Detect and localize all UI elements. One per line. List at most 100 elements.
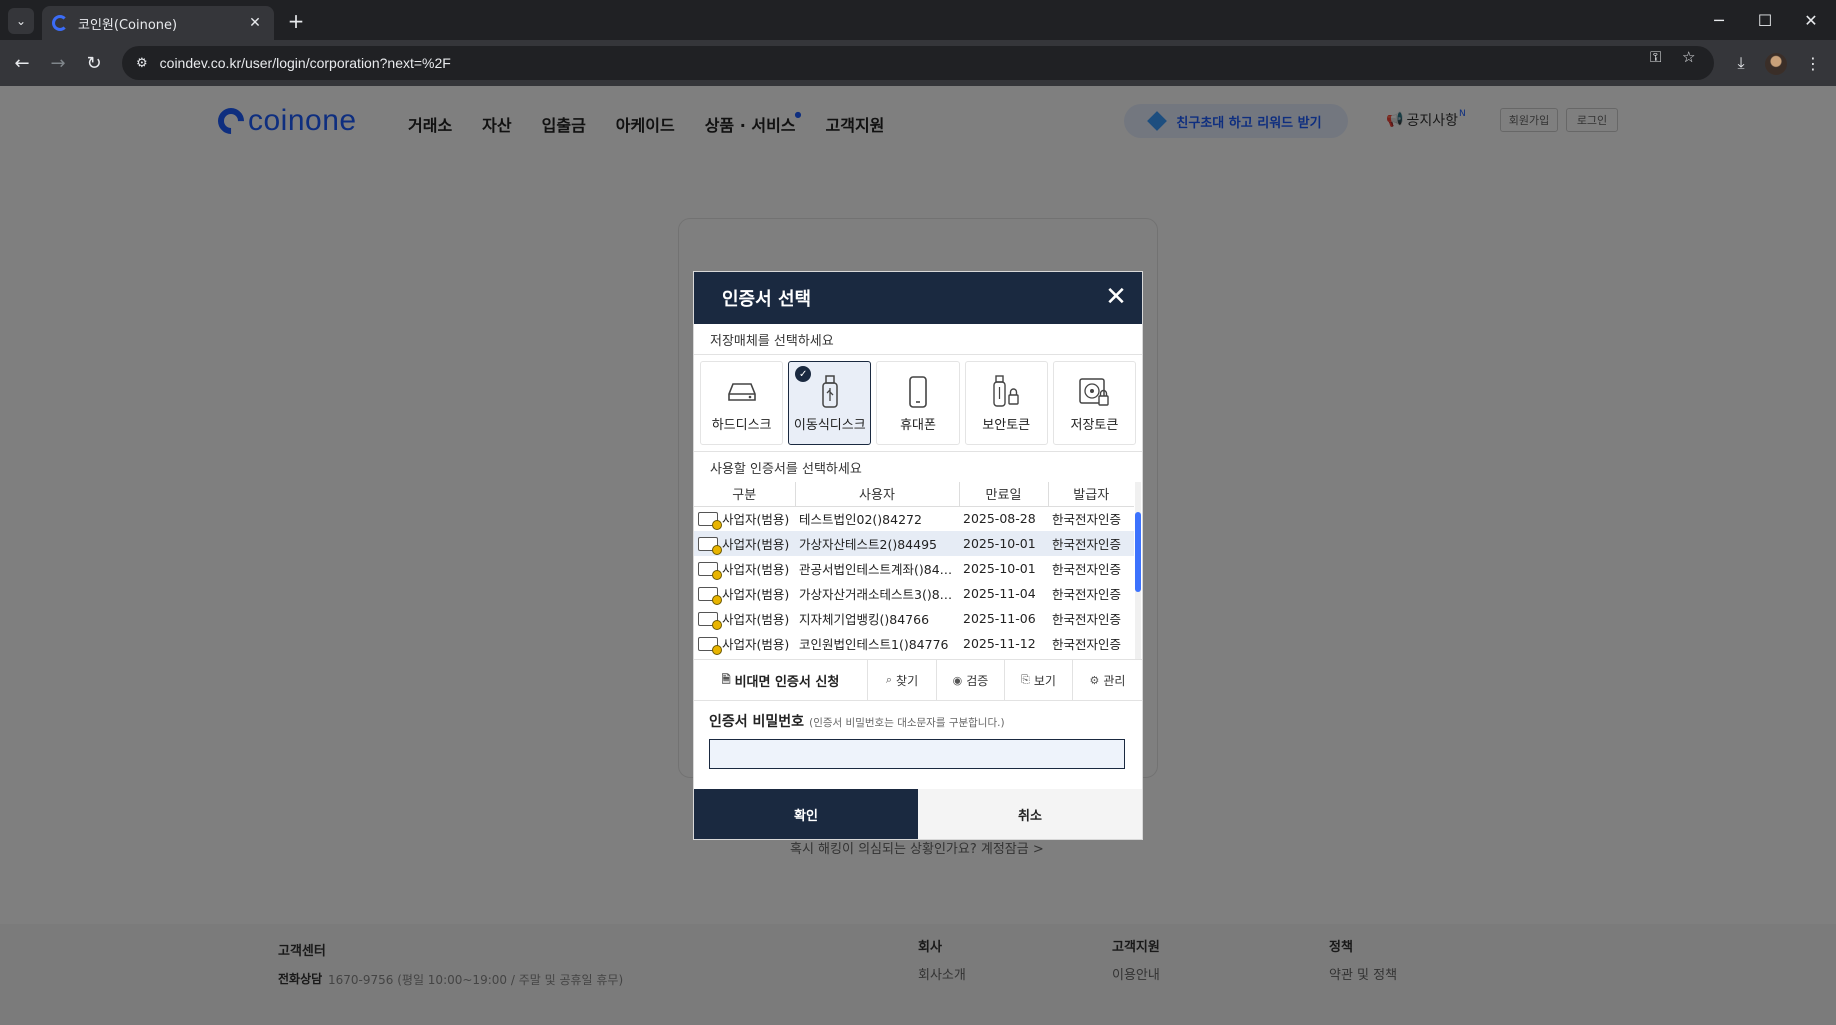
password-key-icon[interactable]: ⚿ (1650, 48, 1661, 66)
view-button[interactable]: ⎘ 보기 (1005, 660, 1073, 700)
view-label: 보기 (1033, 673, 1056, 688)
minimize-button[interactable]: ─ (1696, 6, 1742, 34)
certificate-icon (698, 612, 722, 630)
table-scrollbar[interactable] (1135, 482, 1141, 659)
browser-tab-bar: ⌄ 코인원(Coinone) ✕ + ─ ☐ ✕ (0, 0, 1836, 40)
column-header-issuer[interactable]: 발급자 (1048, 482, 1134, 507)
tab-search-button[interactable]: ⌄ (8, 8, 34, 34)
table-row[interactable]: 사업자(범용) 지자체기업뱅킹()84766 2025-11-06 한국전자인증 (694, 606, 1134, 631)
column-header-expiry[interactable]: 만료일 (959, 482, 1049, 507)
table-row[interactable]: 사업자(범용) 테스트법인02()84272 2025-08-28 한국전자인증 (694, 506, 1134, 531)
certificate-table: 구분 사용자 만료일 발급자 사업자(범용) 테스트법인02()84272 20… (694, 482, 1142, 659)
maximize-button[interactable]: ☐ (1742, 6, 1788, 34)
password-field[interactable] (709, 739, 1125, 769)
cert-type: 사업자(범용) (722, 537, 790, 552)
browser-menu-icon[interactable]: ⋮ (1799, 49, 1827, 77)
cert-type-cell: 사업자(범용) (694, 531, 795, 556)
certificate-actions: 🗎 비대면 인증서 신청 ⌕ 찾기 ◉ 검증 ⎘ 보기 ⚙ 관리 (694, 659, 1142, 701)
checkmark-icon: ✓ (795, 366, 812, 382)
cert-issuer: 한국전자인증 (1052, 587, 1122, 602)
cert-issuer: 한국전자인증 (1052, 562, 1122, 577)
manage-button[interactable]: ⚙ 관리 (1073, 660, 1142, 700)
media-label: 보안토큰 (982, 417, 1031, 433)
browser-tab[interactable]: 코인원(Coinone) ✕ (42, 6, 274, 40)
storage-token-icon (1077, 374, 1111, 410)
address-bar[interactable]: ⚙ coindev.co.kr/user/login/corporation?n… (122, 46, 1714, 80)
media-prompt: 저장매체를 선택하세요 (710, 333, 834, 349)
bookmark-star-icon[interactable]: ☆ (1682, 48, 1695, 66)
document-icon: 🗎 (721, 672, 731, 686)
cert-type-cell: 사업자(범용) (694, 581, 795, 606)
tab-close-button[interactable]: ✕ (246, 15, 264, 31)
usb-drive-icon (813, 374, 847, 410)
cert-issuer: 한국전자인증 (1052, 637, 1122, 652)
password-label: 인증서 비밀번호 (709, 714, 805, 730)
forward-button[interactable]: → (44, 49, 72, 77)
apply-nonface-cert-button[interactable]: 🗎 비대면 인증서 신청 (694, 660, 868, 700)
verify-label: 검증 (966, 673, 989, 688)
certificate-icon (698, 637, 722, 655)
media-removable-disk[interactable]: ✓ 이동식디스크 (788, 361, 872, 445)
back-button[interactable]: ← (8, 49, 36, 77)
cert-user: 지자체기업뱅킹()84766 (799, 612, 930, 627)
cert-user: 가상자산거래소테스트3()8… (799, 587, 953, 602)
media-label: 이동식디스크 (793, 417, 866, 433)
verify-button[interactable]: ◉ 검증 (937, 660, 1005, 700)
media-hard-disk[interactable]: 하드디스크 (700, 361, 784, 445)
cancel-button[interactable]: 취소 (918, 789, 1142, 839)
media-storage-token[interactable]: 저장토큰 (1052, 361, 1137, 445)
table-row[interactable]: 사업자(범용) 코인원법인테스트1()84776 2025-11-12 한국전자… (694, 631, 1134, 656)
table-row[interactable]: 사업자(범용) 관공서법인테스트계좌()84… 2025-10-01 한국전자인… (694, 556, 1134, 581)
media-mobile-phone[interactable]: 휴대폰 (876, 361, 960, 445)
scrollbar-thumb[interactable] (1135, 512, 1141, 592)
dialog-footer: 확인 취소 (694, 789, 1142, 839)
table-row[interactable]: 사업자(범용) 가상자산거래소테스트3()8… 2025-11-04 한국전자인… (694, 581, 1134, 606)
cert-expiry: 2025-08-28 (963, 511, 1036, 527)
cert-type: 사업자(범용) (722, 637, 790, 652)
search-icon: ⌕ (885, 673, 893, 686)
new-tab-button[interactable]: + (283, 8, 309, 34)
cert-user: 코인원법인테스트1()84776 (799, 637, 949, 652)
cert-type: 사업자(범용) (722, 512, 790, 528)
confirm-button[interactable]: 확인 (694, 789, 918, 839)
url-text: coindev.co.kr/user/login/corporation?nex… (159, 55, 451, 71)
find-button[interactable]: ⌕ 찾기 (868, 660, 937, 700)
profile-avatar[interactable] (1765, 53, 1787, 75)
apply-label: 비대면 인증서 신청 (734, 674, 840, 690)
site-info-icon[interactable]: ⚙ (136, 56, 148, 71)
storage-media-list: 하드디스크 ✓ 이동식디스크 휴대폰 보안토큰 저장토큰 (694, 355, 1142, 451)
reload-button[interactable]: ↻ (80, 49, 108, 77)
cert-type-cell: 사업자(범용) (694, 606, 795, 631)
cert-issuer: 한국전자인증 (1052, 512, 1122, 528)
browser-toolbar: ← → ↻ ⚙ coindev.co.kr/user/login/corpora… (0, 40, 1836, 86)
cert-expiry: 2025-11-04 (963, 586, 1036, 601)
password-section: 인증서 비밀번호 (인증서 비밀번호는 대소문자를 구분합니다.) (694, 701, 1142, 791)
media-security-token[interactable]: 보안토큰 (964, 361, 1048, 445)
cert-user: 테스트법인02()84272 (799, 512, 922, 528)
cert-expiry: 2025-10-01 (963, 561, 1036, 576)
gear-icon: ⚙ (1089, 673, 1100, 687)
media-label: 하드디스크 (711, 417, 772, 433)
download-icon[interactable]: ⤓ (1727, 49, 1755, 77)
certificate-dialog: 인증서 선택 ✕ 저장매체를 선택하세요 하드디스크 ✓ 이동식디스크 휴대폰 (693, 271, 1143, 840)
dialog-title: 인증서 선택 (722, 289, 812, 310)
eye-icon: ◉ (952, 673, 963, 687)
cert-type: 사업자(범용) (722, 612, 790, 627)
cert-type: 사업자(범용) (722, 587, 790, 602)
cert-expiry: 2025-10-01 (959, 531, 1048, 556)
window-close-button[interactable]: ✕ (1788, 6, 1834, 34)
cert-type: 사업자(범용) (722, 562, 790, 577)
security-token-icon (989, 374, 1023, 410)
media-label: 휴대폰 (900, 417, 936, 433)
cert-issuer: 한국전자인증 (1048, 531, 1134, 556)
cert-prompt: 사용할 인증서를 선택하세요 (710, 461, 862, 477)
cert-expiry: 2025-11-12 (963, 636, 1036, 651)
table-row-selected[interactable]: 사업자(범용) 가상자산테스트2()84495 2025-10-01 한국전자인… (694, 531, 1134, 556)
dialog-header: 인증서 선택 ✕ (694, 272, 1142, 324)
view-document-icon: ⎘ (1021, 673, 1030, 686)
column-header-user[interactable]: 사용자 (795, 482, 960, 507)
column-header-type[interactable]: 구분 (694, 482, 796, 507)
hard-disk-icon (725, 374, 759, 410)
manage-label: 관리 (1103, 673, 1126, 688)
dialog-close-button[interactable]: ✕ (1102, 284, 1130, 312)
